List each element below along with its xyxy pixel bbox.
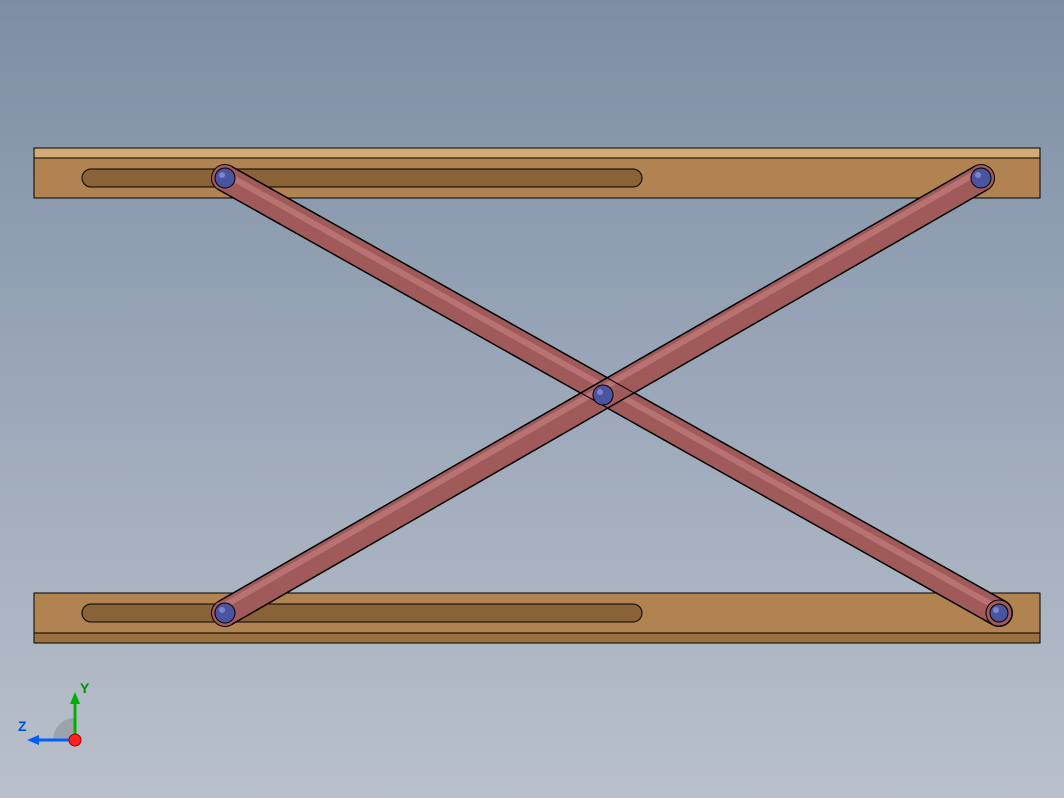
triad-z-arrow (27, 735, 39, 745)
top-rail (34, 148, 1040, 198)
triad-x-axis-dot (69, 734, 81, 746)
pin-top-right-highlight (975, 172, 981, 178)
pin-center (593, 385, 613, 405)
bottom-rail-slot (82, 604, 642, 622)
triad-y-label: Y (80, 680, 89, 696)
bottom-rail (34, 593, 1040, 643)
pin-center-highlight (597, 389, 603, 395)
model-canvas (0, 0, 1064, 798)
top-rail-slot (82, 169, 642, 187)
pin-top-right (971, 168, 991, 188)
cad-viewport[interactable]: Y Z (0, 0, 1064, 798)
pin-bottom-left (215, 603, 235, 623)
pin-bottom-left-highlight (219, 607, 225, 613)
triad-z-label: Z (18, 718, 27, 734)
triad-y-arrow (70, 692, 80, 704)
pin-top-left (215, 168, 235, 188)
pin-bottom-right-highlight (993, 607, 999, 613)
coordinate-triad[interactable] (27, 692, 81, 746)
pin-top-left-highlight (219, 172, 225, 178)
pin-bottom-right (990, 604, 1008, 622)
